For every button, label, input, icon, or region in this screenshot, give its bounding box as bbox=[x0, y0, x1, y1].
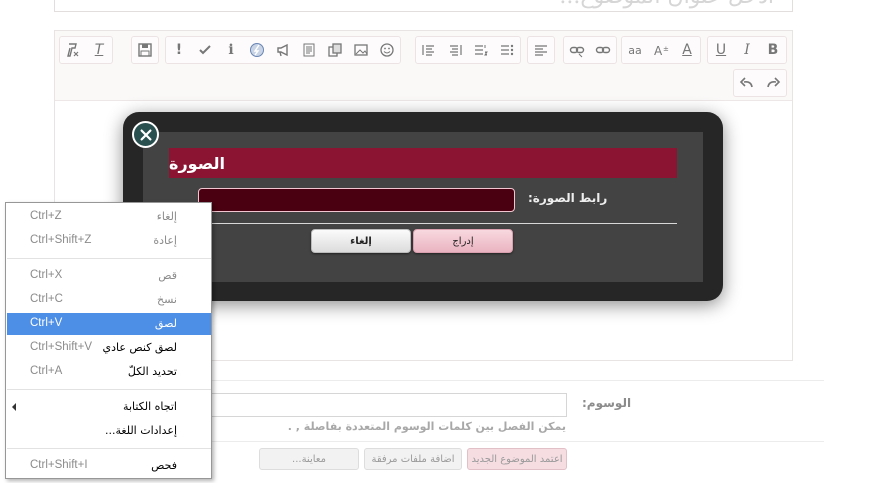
topic-title-placeholder: أدخل عنوان الموضوع... bbox=[559, 0, 774, 9]
menu-item-shortcut: Ctrl+V bbox=[30, 317, 63, 329]
save-icon[interactable] bbox=[132, 37, 158, 63]
menu-item-label: فحص bbox=[151, 459, 177, 472]
italic-icon[interactable]: I bbox=[734, 37, 760, 63]
cancel-button[interactable]: إلغاء bbox=[311, 229, 411, 253]
menu-item-redo[interactable]: إعادة Ctrl+Shift+Z bbox=[7, 230, 211, 252]
list-numbered-icon[interactable] bbox=[468, 37, 494, 63]
clear-formatting-icon[interactable]: T bbox=[86, 37, 112, 63]
menu-item-cut[interactable]: قص Ctrl+X bbox=[7, 265, 211, 287]
menu-item-label: إعدادات اللغة... bbox=[105, 424, 177, 437]
menu-item-shortcut: Ctrl+C bbox=[30, 293, 63, 305]
insert-button[interactable]: إدراج bbox=[413, 229, 513, 253]
tags-hint: يمكن الفصل بين كلمات الوسوم المتعددة بفا… bbox=[287, 420, 566, 433]
menu-item-label: تحديد الكلّ bbox=[127, 365, 177, 378]
check-icon[interactable] bbox=[192, 37, 218, 63]
menu-item-shortcut: Ctrl+Shift+I bbox=[30, 459, 88, 471]
menu-item-label: إعادة bbox=[153, 234, 177, 247]
unlink-icon[interactable] bbox=[564, 37, 590, 63]
list-bulleted-icon[interactable] bbox=[494, 37, 520, 63]
menu-item-shortcut: Ctrl+Z bbox=[30, 210, 62, 222]
context-menu: إلغاء Ctrl+Z إعادة Ctrl+Shift+Z قص Ctrl+… bbox=[5, 202, 212, 479]
menu-item-inspect[interactable]: فحص Ctrl+Shift+I bbox=[7, 455, 211, 477]
svg-text:±: ± bbox=[663, 45, 669, 53]
redo-icon[interactable] bbox=[760, 70, 786, 96]
preview-button[interactable]: معاينة... bbox=[259, 448, 359, 470]
copy-icon[interactable] bbox=[322, 37, 348, 63]
toolbar-group-cleanup: T bbox=[59, 36, 113, 64]
topic-title-input[interactable]: أدخل عنوان الموضوع... bbox=[54, 0, 793, 12]
remove-format-icon[interactable] bbox=[60, 37, 86, 63]
menu-item-label: نسخ bbox=[157, 293, 177, 306]
flash-icon[interactable] bbox=[244, 37, 270, 63]
menu-separator bbox=[7, 389, 211, 390]
undo-icon[interactable] bbox=[734, 70, 760, 96]
justify-icon[interactable] bbox=[528, 37, 554, 63]
image-dialog-body: الصورة رابط الصورة: إدراج إلغاء bbox=[143, 132, 703, 282]
toolbar-group-style: U I B bbox=[707, 36, 787, 64]
submenu-arrow-icon bbox=[12, 403, 16, 411]
align-right-icon[interactable] bbox=[442, 37, 468, 63]
image-icon[interactable] bbox=[348, 37, 374, 63]
underline-icon[interactable]: U bbox=[708, 37, 734, 63]
image-url-input[interactable] bbox=[198, 188, 515, 212]
link-icon[interactable] bbox=[590, 37, 616, 63]
editor-toolbar: T ! i aa A ± A U I B bbox=[55, 31, 792, 101]
menu-item-paste-plain[interactable]: لصق كنص عادي Ctrl+Shift+V bbox=[7, 337, 211, 359]
attach-files-button[interactable]: اضافة ملفات مرفقة bbox=[364, 448, 462, 470]
close-icon bbox=[139, 128, 152, 141]
megaphone-icon[interactable] bbox=[270, 37, 296, 63]
menu-item-label: قص bbox=[158, 269, 177, 282]
menu-item-select-all[interactable]: تحديد الكلّ Ctrl+A bbox=[7, 361, 211, 383]
info-icon[interactable]: i bbox=[218, 37, 244, 63]
dialog-divider bbox=[177, 223, 677, 224]
submit-topic-button[interactable]: اعتمد الموضوع الجديد bbox=[467, 448, 567, 470]
menu-item-label: إلغاء bbox=[156, 210, 177, 223]
menu-item-undo[interactable]: إلغاء Ctrl+Z bbox=[7, 206, 211, 228]
font-size-icon[interactable]: aa bbox=[622, 37, 648, 63]
exclamation-icon[interactable]: ! bbox=[166, 37, 192, 63]
toolbar-group-history bbox=[733, 69, 787, 97]
svg-text:A: A bbox=[654, 44, 663, 58]
tags-input[interactable] bbox=[200, 393, 567, 417]
font-color-icon[interactable]: A bbox=[674, 37, 700, 63]
menu-item-language-settings[interactable]: إعدادات اللغة... bbox=[7, 420, 211, 442]
image-dialog-title: الصورة bbox=[169, 148, 677, 178]
toolbar-group-save bbox=[131, 36, 159, 64]
menu-item-label: لصق كنص عادي bbox=[102, 341, 177, 354]
menu-item-label: لصق bbox=[154, 317, 177, 330]
toolbar-group-font: aa A ± A bbox=[621, 36, 701, 64]
toolbar-group-lists bbox=[415, 36, 521, 64]
image-url-label: رابط الصورة: bbox=[528, 191, 608, 205]
toolbar-group-links bbox=[563, 36, 617, 64]
align-left-icon[interactable] bbox=[416, 37, 442, 63]
smiley-icon[interactable] bbox=[374, 37, 400, 63]
menu-item-writing-direction[interactable]: اتجاه الكتابة bbox=[7, 396, 211, 418]
text-block-icon[interactable] bbox=[296, 37, 322, 63]
menu-item-paste[interactable]: لصق Ctrl+V bbox=[7, 313, 211, 335]
menu-item-shortcut: Ctrl+Shift+Z bbox=[30, 234, 92, 246]
font-case-icon[interactable]: A ± bbox=[648, 37, 674, 63]
image-dialog: الصورة رابط الصورة: إدراج إلغاء bbox=[123, 112, 723, 301]
tags-label: الوسوم: bbox=[582, 396, 632, 410]
close-dialog-button[interactable] bbox=[132, 121, 159, 148]
bold-icon[interactable]: B bbox=[760, 37, 786, 63]
menu-item-shortcut: Ctrl+X bbox=[30, 269, 63, 281]
toolbar-group-justify bbox=[527, 36, 555, 64]
menu-item-copy[interactable]: نسخ Ctrl+C bbox=[7, 289, 211, 311]
menu-item-shortcut: Ctrl+A bbox=[30, 365, 63, 377]
menu-separator bbox=[7, 258, 211, 259]
menu-item-shortcut: Ctrl+Shift+V bbox=[30, 341, 92, 353]
menu-item-label: اتجاه الكتابة bbox=[123, 400, 177, 413]
toolbar-group-inserts: ! i bbox=[165, 36, 401, 64]
menu-separator bbox=[7, 448, 211, 449]
